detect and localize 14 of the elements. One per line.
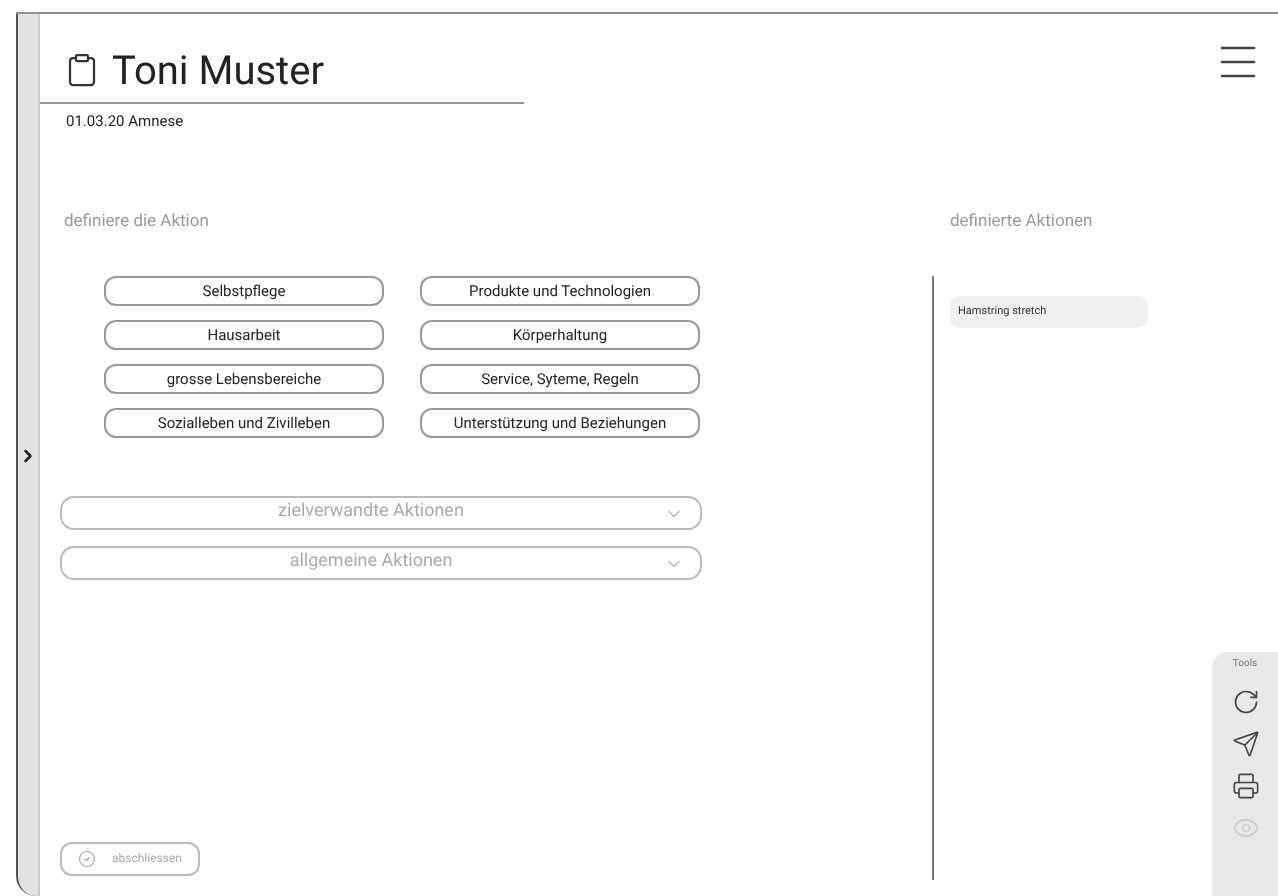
section-heading: definierte Aktionen: [948, 210, 1095, 236]
tool-button[interactable]: [1231, 687, 1259, 715]
send-icon: [1231, 729, 1259, 757]
side-panel-handle[interactable]: [16, 14, 40, 896]
circular-arrow-icon: [1231, 687, 1259, 715]
check-circle-icon: [78, 850, 96, 868]
tool-button[interactable]: [1231, 771, 1259, 799]
printer-icon: [1231, 771, 1259, 799]
section-heading: definiere die Aktion: [62, 210, 211, 236]
tool-button[interactable]: [1231, 729, 1259, 757]
eye-icon: [1231, 813, 1259, 841]
patient-name: Toni Muster: [112, 46, 324, 94]
clipboard-icon: [64, 52, 100, 88]
chevron-right-icon: [18, 445, 38, 465]
